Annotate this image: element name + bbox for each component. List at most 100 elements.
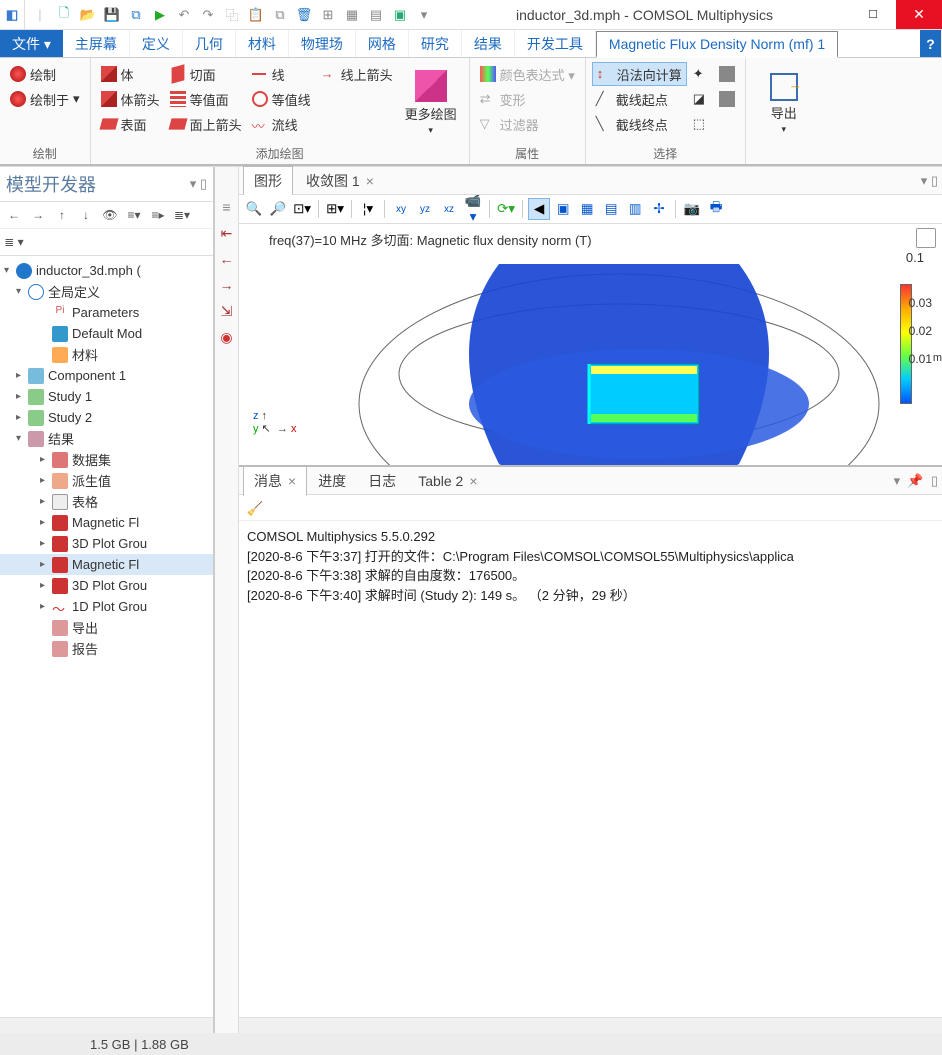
list-view-icon[interactable]: ≣ ▾ (4, 232, 24, 252)
close-tab-icon[interactable]: × (366, 173, 374, 189)
maximize-button[interactable]: ☐ (850, 0, 896, 29)
tree-root[interactable]: ▾inductor_3d.mph ( (0, 260, 213, 281)
tree-opt-icon[interactable]: ≣▾ (172, 205, 192, 225)
select-tool-e[interactable] (715, 87, 739, 111)
arrow-surface-button[interactable]: 面上箭头 (166, 112, 246, 136)
tab-results[interactable]: 结果 (462, 30, 515, 57)
focus-icon[interactable]: ✢ (648, 198, 670, 220)
sidebar-plot-icon[interactable]: ◉ (217, 327, 237, 347)
more-plots-button[interactable]: 更多绘图 ▾ (399, 62, 463, 143)
select-tool-a[interactable]: ✦ (689, 62, 713, 86)
tree-3dplot-1[interactable]: ▸3D Plot Grou (0, 533, 213, 554)
color-expression-button[interactable]: 颜色表达式 ▾ (476, 62, 579, 86)
filter-button[interactable]: ▽过滤器 (476, 112, 579, 136)
nav-down-icon[interactable]: ↓ (76, 205, 96, 225)
tree-report[interactable]: 报告 (0, 638, 213, 659)
slice-button[interactable]: 切面 (166, 62, 246, 86)
surface-button[interactable]: 表面 (97, 112, 164, 136)
panel-menu-icon[interactable]: ▾ ▯ (921, 173, 938, 189)
tree-3dplot-2[interactable]: ▸3D Plot Grou (0, 575, 213, 596)
arrow-line-button[interactable]: →线上箭头 (317, 62, 397, 86)
tree-tables[interactable]: ▸表格 (0, 491, 213, 512)
select-tool-c[interactable]: ⬚ (689, 112, 713, 136)
orbit-icon[interactable]: ¦▾ (357, 198, 379, 220)
yz-view-icon[interactable]: yz (414, 198, 436, 220)
view-mode-c-icon[interactable]: ▤ (600, 198, 622, 220)
duplicate-icon[interactable]: ⧉ (269, 4, 291, 26)
contour-button[interactable]: 等值线 (248, 87, 315, 111)
close-tab-icon[interactable]: × (469, 473, 477, 489)
tab-log[interactable]: 日志 (357, 466, 407, 496)
tab-home[interactable]: 主屏幕 (63, 30, 130, 57)
clear-messages-icon[interactable]: 🧹 (245, 499, 265, 519)
tab-definitions[interactable]: 定义 (130, 30, 183, 57)
tree-materials[interactable]: 材料 (0, 344, 213, 365)
tree-parameters[interactable]: PiParameters (0, 302, 213, 323)
qat-btn-c[interactable]: ▤ (365, 4, 387, 26)
nav-up-icon[interactable]: ↑ (52, 205, 72, 225)
streamline-button[interactable]: 〰流线 (248, 112, 315, 136)
open-folder-icon[interactable]: 📂 (77, 4, 99, 26)
view-mode-a-icon[interactable]: ▣ (552, 198, 574, 220)
run-icon[interactable]: ▶ (149, 4, 171, 26)
tab-table2[interactable]: Table 2× (407, 468, 488, 494)
zoom-box-icon[interactable]: ⊡▾ (291, 198, 313, 220)
select-tool-b[interactable]: ◪ (689, 87, 713, 111)
arrow-volume-button[interactable]: 体箭头 (97, 87, 164, 111)
view-mode-d-icon[interactable]: ▥ (624, 198, 646, 220)
redo-icon[interactable]: ↷ (197, 4, 219, 26)
export-button[interactable]: 导出 ▾ (752, 62, 816, 146)
zoom-extents-icon[interactable]: ⊞▾ (324, 198, 346, 220)
tree-default-model[interactable]: Default Mod (0, 323, 213, 344)
tree-mag-flux-1[interactable]: ▸Magnetic Fl (0, 512, 213, 533)
save-as-icon[interactable]: ⧉ (125, 4, 147, 26)
zoom-in-icon[interactable]: 🔍 (243, 198, 265, 220)
tab-graphics[interactable]: 图形 (243, 166, 293, 196)
save-icon[interactable]: 💾 (101, 4, 123, 26)
tree-global-definitions[interactable]: ▾全局定义 (0, 281, 213, 302)
collapse-icon[interactable]: ≡▾ (124, 205, 144, 225)
file-menu-button[interactable]: 文件 ▾ (0, 30, 63, 57)
tree-datasets[interactable]: ▸数据集 (0, 449, 213, 470)
delete-icon[interactable]: 🗑 (293, 4, 315, 26)
volume-button[interactable]: 体 (97, 62, 164, 86)
tree-horizontal-scrollbar[interactable] (0, 1017, 213, 1033)
qat-btn-d[interactable]: ▣ (389, 4, 411, 26)
tree-1dplot[interactable]: ▸〜1D Plot Grou (0, 596, 213, 617)
paste-icon[interactable]: 📋 (245, 4, 267, 26)
tab-geometry[interactable]: 几何 (183, 30, 236, 57)
qat-btn-a[interactable]: ⊞ (317, 4, 339, 26)
sidebar-home-icon[interactable]: ⇤ (217, 223, 237, 243)
isosurface-button[interactable]: 等值面 (166, 87, 246, 111)
tree-component1[interactable]: ▸Component 1 (0, 365, 213, 386)
close-tab-icon[interactable]: × (288, 473, 296, 489)
tree-study2[interactable]: ▸Study 2 (0, 407, 213, 428)
new-file-icon[interactable]: 🗋 (53, 4, 75, 26)
tree-export[interactable]: 导出 (0, 617, 213, 638)
tab-study[interactable]: 研究 (409, 30, 462, 57)
plot-button[interactable]: 绘制 (6, 62, 84, 86)
tree-mag-flux-2[interactable]: ▸Magnetic Fl (0, 554, 213, 575)
cutline-start-button[interactable]: ╱截线起点 (592, 87, 687, 111)
select-mode-icon[interactable]: ◀ (528, 198, 550, 220)
tab-materials[interactable]: 材料 (236, 30, 289, 57)
tree-study1[interactable]: ▸Study 1 (0, 386, 213, 407)
tab-mesh[interactable]: 网格 (356, 30, 409, 57)
nav-fwd-icon[interactable]: → (28, 205, 48, 225)
sidebar-back-icon[interactable]: ← (217, 249, 237, 269)
tab-mag-flux-norm[interactable]: Magnetic Flux Density Norm (mf) 1 (596, 31, 838, 58)
sidebar-down-icon[interactable]: ⇲ (217, 301, 237, 321)
copy-icon[interactable]: ⿻ (221, 4, 243, 26)
sidebar-lines-icon[interactable]: ≡ (217, 197, 237, 217)
undo-icon[interactable]: ↶ (173, 4, 195, 26)
tab-messages[interactable]: 消息× (243, 466, 307, 496)
tree-derived[interactable]: ▸派生值 (0, 470, 213, 491)
close-button[interactable]: ✕ (896, 0, 942, 29)
camera-view-icon[interactable]: 📹▾ (462, 198, 484, 220)
show-icon[interactable]: 👁 (100, 205, 120, 225)
view-mode-b-icon[interactable]: ▦ (576, 198, 598, 220)
panel-menu-icon[interactable]: ▾ ▯ (190, 176, 207, 192)
help-button[interactable]: ? (920, 30, 942, 57)
plot-in-button[interactable]: 绘制于 ▾ (6, 87, 84, 111)
compute-along-normal-button[interactable]: ↕沿法向计算 (592, 62, 687, 86)
